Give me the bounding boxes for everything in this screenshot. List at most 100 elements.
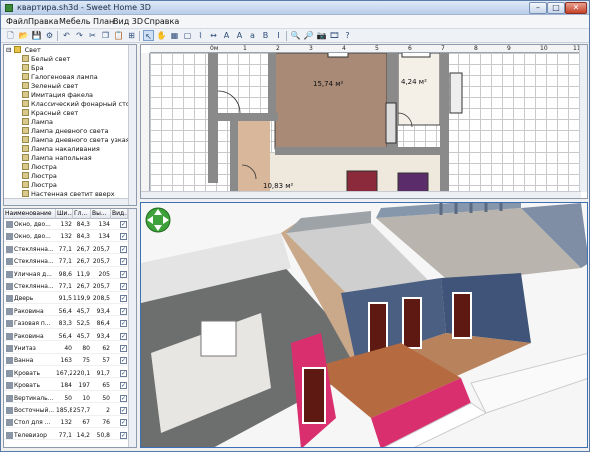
create-dimensions-icon[interactable]: ↔: [208, 30, 219, 41]
visible-checkbox[interactable]: ✓: [120, 332, 127, 340]
catalog-item[interactable]: Лампа дневного света: [22, 127, 109, 136]
furniture-catalog-tree[interactable]: ⊟ Свет Белый свет Бра Галогеновая лампа Зел…: [3, 44, 137, 206]
catalog-item[interactable]: Галогеновая лампа: [22, 73, 98, 82]
visible-checkbox[interactable]: ✓: [120, 369, 127, 377]
wall[interactable]: [440, 53, 449, 192]
wall[interactable]: [208, 113, 278, 121]
redo-icon[interactable]: ↷: [74, 30, 85, 41]
minimize-button[interactable]: –: [529, 2, 547, 14]
menu-furniture[interactable]: Мебель: [59, 17, 91, 26]
create-walls-icon[interactable]: ▦: [169, 30, 180, 41]
save-icon[interactable]: 💾: [31, 30, 42, 41]
visible-checkbox[interactable]: ✓: [120, 283, 127, 290]
visible-checkbox[interactable]: ✓: [120, 394, 127, 402]
catalog-item[interactable]: Имитация факела: [22, 91, 93, 100]
plan-vscrollbar[interactable]: [579, 45, 587, 192]
help-icon[interactable]: ?: [342, 30, 353, 41]
visible-checkbox[interactable]: ✓: [120, 345, 127, 352]
tree-category-light[interactable]: ⊟ Свет: [6, 46, 41, 55]
visible-checkbox[interactable]: ✓: [120, 382, 127, 390]
bed[interactable]: [397, 172, 429, 192]
table-row[interactable]: Окно, дво... 132 84,3 134 ✓: [4, 232, 128, 243]
wall[interactable]: [310, 147, 440, 155]
visible-checkbox[interactable]: ✓: [120, 270, 127, 278]
room-floor[interactable]: [275, 53, 387, 149]
visible-checkbox[interactable]: ✓: [120, 307, 127, 315]
catalog-item[interactable]: Лампа: [22, 118, 53, 127]
furniture-scrollbar[interactable]: [128, 209, 136, 447]
decrease-text-icon[interactable]: a: [247, 30, 258, 41]
catalog-item[interactable]: Лампа напольная: [22, 154, 92, 163]
visible-checkbox[interactable]: ✓: [120, 258, 127, 266]
bold-text-icon[interactable]: B: [260, 30, 271, 41]
select-mode-icon[interactable]: ↖: [143, 30, 154, 41]
column-header-width[interactable]: Ши...: [56, 209, 73, 219]
copy-icon[interactable]: ❐: [100, 30, 111, 41]
plan-view[interactable]: 0м 1 2 3 4 5 6 7 8 9 10 11 15,74 м² 4,24…: [140, 44, 588, 199]
visible-checkbox[interactable]: ✓: [120, 320, 127, 328]
visible-checkbox[interactable]: ✓: [120, 233, 127, 241]
menu-3d-view[interactable]: Вид 3D: [113, 17, 143, 26]
catalog-scrollbar[interactable]: [128, 45, 136, 205]
plan-hscrollbar[interactable]: [141, 191, 581, 198]
furniture-table[interactable]: Наименование Ши... Гл... Вы... Вид... Ок…: [3, 208, 137, 448]
table-row[interactable]: Газовая п... 83,3 52,5 86,4 ✓: [4, 319, 128, 329]
visible-checkbox[interactable]: ✓: [120, 431, 127, 439]
3d-view[interactable]: [140, 202, 588, 448]
table-row[interactable]: Телевизор 77,1 14,2 50,8 ✓: [4, 431, 128, 441]
close-button[interactable]: ✕: [565, 2, 587, 14]
undo-icon[interactable]: ↶: [61, 30, 72, 41]
table-row[interactable]: Уличная д... 98,6 11,9 205 ✓: [4, 270, 128, 280]
window[interactable]: [401, 53, 431, 58]
column-header-name[interactable]: Наименование: [4, 209, 56, 219]
table-row[interactable]: Стеклянна... 77,1 26,7 205,7 ✓: [4, 245, 128, 255]
visible-checkbox[interactable]: ✓: [120, 419, 127, 427]
table-row[interactable]: Унитаз 40 80 62 ✓: [4, 344, 128, 354]
table-row[interactable]: Кровать 167,2 220,1 91,7 ✓: [4, 369, 128, 379]
visible-checkbox[interactable]: ✓: [120, 245, 127, 253]
create-rooms-icon[interactable]: ▢: [182, 30, 193, 41]
window[interactable]: [327, 53, 349, 58]
visible-checkbox[interactable]: ✓: [120, 357, 127, 365]
new-file-icon[interactable]: 🗋: [5, 30, 16, 41]
paste-icon[interactable]: 📋: [113, 30, 124, 41]
preferences-icon[interactable]: ⚙: [44, 30, 55, 41]
open-file-icon[interactable]: 📂: [18, 30, 29, 41]
wardrobe[interactable]: [385, 102, 397, 144]
catalog-item[interactable]: Лампа накаливания: [22, 145, 100, 154]
create-polylines-icon[interactable]: ⌇: [195, 30, 206, 41]
collapse-icon[interactable]: ⊟: [6, 46, 11, 54]
table-row[interactable]: Стол для ... 132 67 76 ✓: [4, 418, 128, 429]
menu-edit[interactable]: Правка: [28, 17, 58, 26]
menu-help[interactable]: Справка: [144, 17, 179, 26]
table-row[interactable]: Вертикаль... 50 10 50 ✓: [4, 394, 128, 404]
create-labels-icon[interactable]: A: [221, 30, 232, 41]
maximize-button[interactable]: □: [547, 2, 565, 14]
column-header-depth[interactable]: Гл...: [73, 209, 91, 219]
create-video-icon[interactable]: 🎞: [329, 30, 340, 41]
table-row[interactable]: Восточный... 185,8 257,7 2 ✓: [4, 406, 128, 416]
catalog-hscrollbar[interactable]: [4, 198, 128, 205]
visible-checkbox[interactable]: ✓: [120, 221, 127, 228]
table-row[interactable]: Кровать 184 197 65 ✓: [4, 381, 128, 391]
increase-text-icon[interactable]: A: [234, 30, 245, 41]
catalog-item[interactable]: Зеленый свет: [22, 82, 78, 91]
cut-icon[interactable]: ✂: [87, 30, 98, 41]
pan-mode-icon[interactable]: ✋: [156, 30, 167, 41]
table-row[interactable]: Раковина 56,4 45,7 93,4 ✓: [4, 307, 128, 317]
zoom-out-icon[interactable]: 🔎: [303, 30, 314, 41]
catalog-item[interactable]: Люстра: [22, 163, 57, 172]
table-row[interactable]: Окно, дво... 132 84,3 134 ✓: [4, 220, 128, 230]
italic-text-icon[interactable]: I: [273, 30, 284, 41]
catalog-item[interactable]: Люстра: [22, 181, 57, 190]
column-header-visible[interactable]: Вид...: [111, 209, 128, 219]
table-row[interactable]: Дверь 91,5 119,9 208,5 ✓: [4, 294, 128, 305]
menu-plan[interactable]: План: [93, 17, 114, 26]
table-row[interactable]: Стеклянна... 77,1 26,7 205,7 ✓: [4, 282, 128, 292]
carpet[interactable]: [346, 170, 378, 192]
column-header-height[interactable]: Вы...: [91, 209, 111, 219]
table-row[interactable]: Раковина 56,4 45,7 93,4 ✓: [4, 332, 128, 342]
catalog-item[interactable]: Бра: [22, 64, 44, 73]
menu-file[interactable]: Файл: [6, 17, 28, 26]
catalog-item[interactable]: Красный свет: [22, 109, 78, 118]
